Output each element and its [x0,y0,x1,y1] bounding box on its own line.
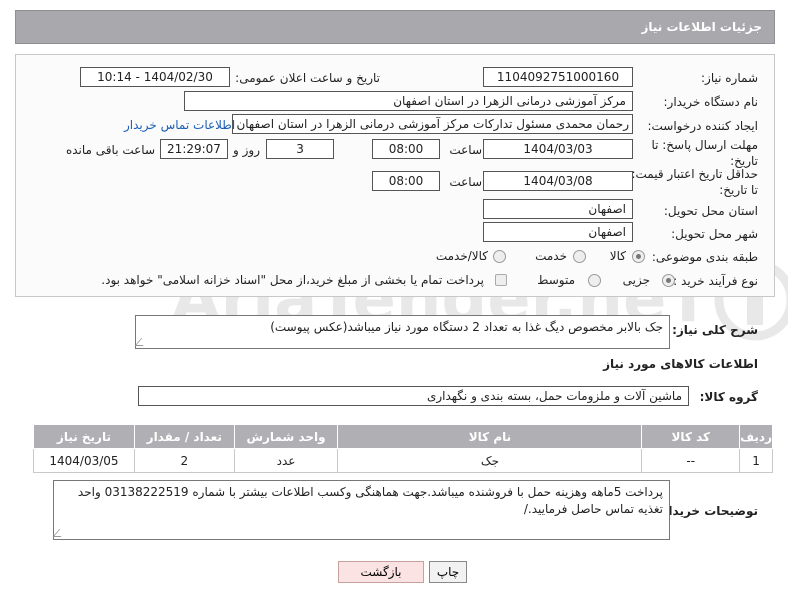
deadline-label: مهلت ارسال پاسخ: تا تاریخ: [651,138,758,168]
contact-info-link[interactable]: اطلاعات تماس خریدار [124,118,235,132]
requester-field: رحمان محمدی مسئول تدارکات مرکز آموزشی در… [232,114,633,134]
deadline-time-field: 08:00 [372,139,440,159]
category-radio-goods[interactable] [632,250,645,263]
cell-name: جک [337,448,643,473]
requester-label: ایجاد کننده درخواست: [647,119,758,133]
print-button[interactable]: چاپ [429,561,467,583]
days-label: روز و [233,143,260,157]
deadline-date-field: 1404/03/03 [483,139,633,159]
buyer-notes-label: توضیحات خریدار: [656,504,758,518]
goods-group-label: گروه کالا: [699,390,758,404]
price-validity-label: حداقل تاریخ اعتبار قیمت: تا تاریخ: [631,167,758,197]
province-label: استان محل تحویل: [663,204,758,218]
column-header-unit: واحد شمارش [233,424,339,449]
city-label: شهر محل تحویل: [671,227,758,241]
process-option-minor: جزیی [622,273,650,287]
table-row: 1 -- جک عدد 2 1404/03/05 [33,448,773,473]
province-field: اصفهان [483,199,633,219]
deadline-time-label: ساعت [449,143,482,157]
price-validity-time-label: ساعت [449,175,482,189]
days-field: 3 [266,139,334,159]
column-header-row: ردیف [739,424,773,449]
announce-field: 1404/02/30 - 10:14 [80,67,230,87]
process-option-medium: متوسط [537,273,575,287]
goods-group-field: ماشین آلات و ملزومات حمل، بسته بندی و نگ… [138,386,689,406]
cell-unit: عدد [233,448,339,473]
buyer-org-field: مرکز آموزشی درمانی الزهرا در استان اصفها… [184,91,633,111]
buyer-org-label: نام دستگاه خریدار: [663,95,759,109]
description-textarea[interactable]: جک بالابر مخصوص دیگ غذا به تعداد 2 دستگا… [135,315,670,349]
remaining-label: ساعت باقی مانده [65,143,155,157]
treasury-note: پرداخت تمام یا بخشی از مبلغ خرید،از محل … [101,273,484,287]
page-title: جزئیات اطلاعات نیاز [641,20,762,34]
column-header-code: کد کالا [641,424,741,449]
need-number-label: شماره نیاز: [701,71,758,85]
need-number-field: 1104092751000160 [483,67,633,87]
buyer-notes-textarea[interactable]: پرداخت 5ماهه وهزینه حمل با فروشنده میباش… [53,480,670,540]
cell-quantity: 2 [133,448,235,473]
cell-code: -- [641,448,741,473]
column-header-need-date: تاریخ نیاز [33,424,135,449]
category-label: طبقه بندی موضوعی: [651,250,758,264]
cell-row-number: 1 [739,448,773,473]
cell-need-date: 1404/03/05 [33,448,135,473]
category-option-goods-service: کالا/خدمت [435,249,488,263]
remaining-time-field: 21:29:07 [160,139,228,159]
category-radio-goods-service[interactable] [493,250,506,263]
price-validity-date-field: 1404/03/08 [483,171,633,191]
column-header-quantity: تعداد / مقدار [133,424,235,449]
goods-section-title: اطلاعات کالاهای مورد نیاز [603,357,758,371]
process-label: نوع فرآیند خرید : [673,274,758,288]
goods-table: ردیف کد کالا نام کالا واحد شمارش تعداد /… [33,424,773,473]
back-button[interactable]: بازگشت [338,561,424,583]
description-label: شرح کلی نیاز: [672,323,758,337]
price-validity-time-field: 08:00 [372,171,440,191]
panel-header: جزئیات اطلاعات نیاز [15,10,775,44]
city-field: اصفهان [483,222,633,242]
process-radio-medium[interactable] [588,274,601,287]
goods-table-header: ردیف کد کالا نام کالا واحد شمارش تعداد /… [33,424,773,449]
category-option-goods: کالا [609,249,626,263]
treasury-checkbox[interactable] [495,274,507,286]
column-header-name: نام کالا [337,424,643,449]
announce-label: تاریخ و ساعت اعلان عمومی: [235,71,380,85]
category-option-service: خدمت [535,249,567,263]
process-radio-minor[interactable] [662,274,675,287]
category-radio-service[interactable] [573,250,586,263]
